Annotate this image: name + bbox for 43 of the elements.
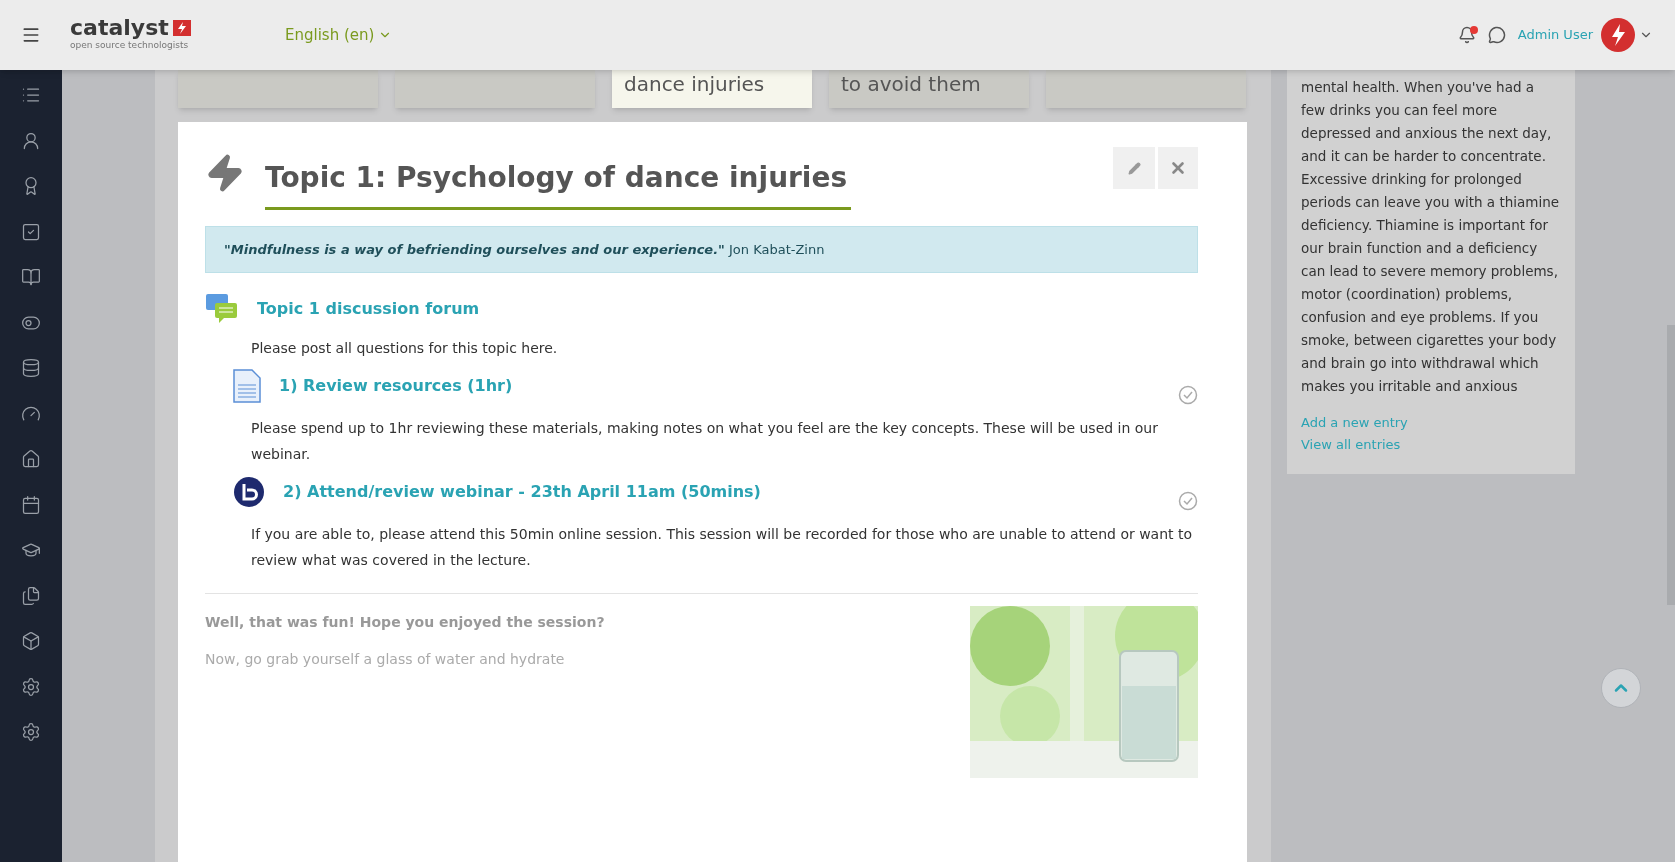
- logo-tagline: open source technologists: [70, 40, 190, 53]
- side-block-link[interactable]: Add a new entry: [1301, 412, 1408, 434]
- close-button[interactable]: [1158, 147, 1198, 189]
- activity-link[interactable]: 1) Review resources (1hr): [279, 374, 513, 398]
- pencil-icon: [1127, 161, 1141, 175]
- language-menu[interactable]: English (en): [285, 23, 393, 47]
- activity-description: If you are able to, please attend this 50min online session. This session will be recorded for those who are unable to attend or want to review what was covered in the lecture.: [251, 525, 1194, 570]
- completion-checkbox[interactable]: [1178, 385, 1198, 405]
- circle-b-icon: [233, 476, 265, 508]
- settings-icon[interactable]: [21, 722, 41, 742]
- chat-icon[interactable]: [1487, 26, 1506, 44]
- activity-description: Please post all questions for this topic here.: [251, 339, 559, 358]
- closing-heading: Well, that was fun! Hope you enjoyed the session?: [205, 613, 606, 632]
- notification-bell[interactable]: [1457, 26, 1476, 44]
- quote-text: "Mindfulness is a way of befriending ourselves and our experience." Jon Kabat-Zinn: [205, 226, 1198, 273]
- side-block-link[interactable]: View all entries: [1301, 434, 1401, 456]
- database-icon[interactable]: [21, 358, 41, 378]
- logo-text: catalyst: [70, 17, 169, 40]
- document-icon: [233, 369, 261, 403]
- completion-checkbox[interactable]: [1178, 491, 1198, 511]
- side-block-text: mental health. When you've had a few drinks you can feel more depressed and anxious the next day, and it can be harder to concentrate. Excessive drinking for prolonged periods can leave you with a thiamine deficiency. Thiamine is important for our brain function and a deficiency can lead to severe memory problems, motor (coordination) problems, confusion and eye problems. If you smoke, between cigarettes your body and brain go into withdrawal which makes you irritable and anxious: [1301, 78, 1561, 396]
- settings-icon[interactable]: [21, 676, 41, 697]
- topic-title: Topic 1: Psychology of dance injuries: [265, 160, 848, 196]
- book-icon[interactable]: [21, 267, 41, 287]
- menu-icon: [21, 25, 41, 45]
- activity-link[interactable]: Topic 1 discussion forum: [257, 297, 480, 321]
- files-icon[interactable]: [21, 585, 41, 606]
- section-tab[interactable]: dance injuries: [612, 70, 812, 108]
- activity-link[interactable]: 2) Attend/review webinar - 23th April 11am (50mins): [283, 480, 761, 504]
- section-tab[interactable]: to avoid them: [829, 70, 1029, 108]
- calendar-icon[interactable]: [21, 494, 41, 515]
- logo-icon: [172, 20, 191, 37]
- speech-bubbles-icon: [205, 293, 239, 325]
- checkbox-icon[interactable]: [21, 221, 41, 242]
- user-name[interactable]: Admin User: [1517, 25, 1593, 45]
- home-icon[interactable]: [21, 449, 41, 469]
- activity-description: Please spend up to 1hr reviewing these materials, making notes on what you feel are the key concepts. These will be used in our webinar.: [251, 419, 1159, 464]
- close-icon: [1169, 159, 1187, 177]
- cube-icon[interactable]: [21, 631, 41, 651]
- user-icon[interactable]: [21, 130, 41, 151]
- lightning-icon: [205, 153, 245, 193]
- closing-text: Now, go grab yourself a glass of water and hydrate: [205, 650, 566, 669]
- avatar-icon[interactable]: [1601, 18, 1635, 52]
